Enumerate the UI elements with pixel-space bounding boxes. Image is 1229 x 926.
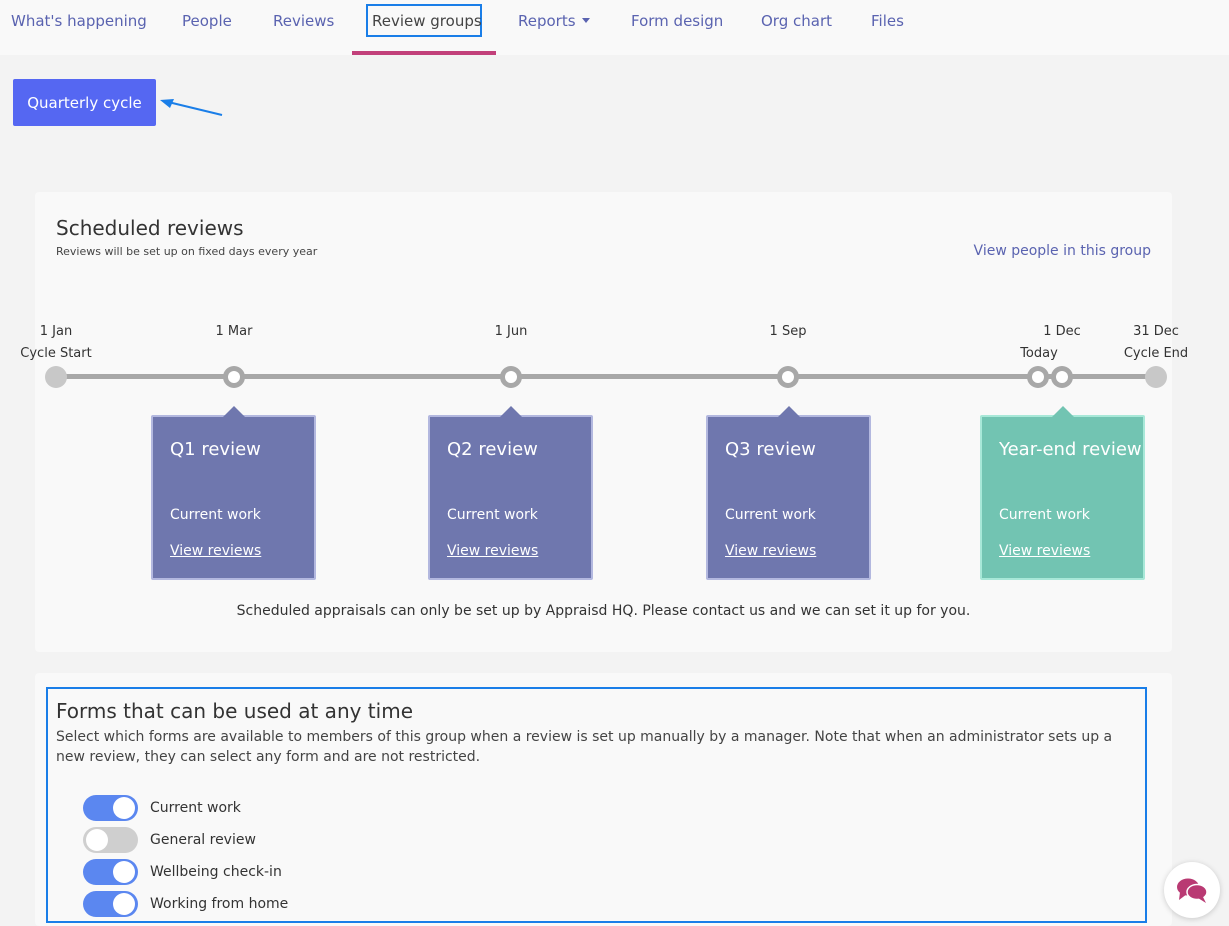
review-card-title: Q1 review [170,439,261,460]
review-card-title: Q2 review [447,439,538,460]
nav-org-chart[interactable]: Org chart [761,11,832,31]
view-reviews-link[interactable]: View reviews [170,543,261,559]
review-card-q2[interactable]: Q2 review Current work View reviews [428,406,593,580]
timeline-node-today [1027,366,1049,388]
forms-section: Forms that can be used at any time Selec… [46,687,1147,923]
view-reviews-link[interactable]: View reviews [999,543,1090,559]
top-nav: What's happening People Reviews Review g… [0,0,1229,55]
nav-reports[interactable]: Reports [518,11,590,31]
nav-files[interactable]: Files [871,11,904,31]
view-reviews-link[interactable]: View reviews [447,543,538,559]
timeline-track [56,374,1156,379]
review-card-year-end[interactable]: Year-end review Current work View review… [980,406,1145,580]
form-toggle-label: Current work [150,800,241,816]
timeline-start-date: 1 Jan [39,324,73,339]
review-card-form: Current work [999,507,1090,523]
view-reviews-link[interactable]: View reviews [725,543,816,559]
toggle-knob [113,893,135,915]
form-toggle-row: General review [83,827,256,853]
scheduled-reviews-title: Scheduled reviews [56,216,244,240]
review-card-q1[interactable]: Q1 review Current work View reviews [151,406,316,580]
review-card-pointer [223,406,245,417]
timeline-label-jun: 1 Jun [494,324,528,339]
review-card-pointer [1052,406,1074,417]
nav-reports-label: Reports [518,12,576,30]
timeline-start-label: 1 Jan Cycle Start [20,321,91,365]
scheduled-note: Scheduled appraisals can only be set up … [236,603,971,619]
review-card-pointer [500,406,522,417]
forms-title: Forms that can be used at any time [56,699,413,723]
review-card-title: Year-end review [999,439,1142,460]
timeline-node-jun[interactable] [500,366,522,388]
timeline-end-date: 31 Dec [1133,324,1179,339]
timeline-node-dec[interactable] [1051,366,1073,388]
review-card-title: Q3 review [725,439,816,460]
form-toggle-row: Current work [83,795,241,821]
nav-people[interactable]: People [182,11,232,31]
toggle-knob [113,861,135,883]
forms-description: Select which forms are available to memb… [56,729,1113,765]
nav-review-groups[interactable]: Review groups [372,11,482,31]
form-toggle-label: Working from home [150,896,289,912]
form-toggle-label: General review [150,832,256,848]
chat-button[interactable] [1164,862,1220,918]
form-toggle-current-work[interactable] [83,795,138,821]
toggle-knob [113,797,135,819]
form-toggle-row: Wellbeing check-in [83,859,282,885]
form-toggle-general-review[interactable] [83,827,138,853]
chat-bubbles-icon [1177,878,1208,903]
nav-whats-happening[interactable]: What's happening [11,11,147,31]
scheduled-reviews-subtitle: Reviews will be set up on fixed days eve… [56,245,318,258]
nav-active-underline [352,51,496,55]
timeline-label-dec: 1 Dec [1043,324,1081,339]
timeline-label-sep: 1 Sep [769,324,807,339]
caret-down-icon [581,18,590,23]
timeline-end-label: 31 Dec Cycle End [1124,321,1188,365]
timeline-end-marker [1145,366,1167,388]
timeline-node-sep[interactable] [777,366,799,388]
form-toggle-row: Working from home [83,891,288,917]
review-card-pointer [778,406,800,417]
timeline-label-mar: 1 Mar [215,324,253,339]
review-card-q3[interactable]: Q3 review Current work View reviews [706,406,871,580]
review-card-form: Current work [170,507,261,523]
timeline-start-caption: Cycle Start [20,346,92,361]
review-card-form: Current work [725,507,816,523]
form-toggle-working-from-home[interactable] [83,891,138,917]
review-card-form: Current work [447,507,538,523]
nav-form-design[interactable]: Form design [631,11,723,31]
toggle-knob [86,829,108,851]
timeline-label-today: Today [1020,346,1058,361]
view-people-link[interactable]: View people in this group [974,243,1151,259]
nav-reviews[interactable]: Reviews [273,11,334,31]
timeline-start-marker [45,366,67,388]
quarterly-cycle-button[interactable]: Quarterly cycle [13,79,156,126]
form-toggle-wellbeing[interactable] [83,859,138,885]
timeline-node-mar[interactable] [223,366,245,388]
annotation-arrow-icon [160,99,223,116]
timeline-end-caption: Cycle End [1123,346,1189,361]
form-toggle-label: Wellbeing check-in [150,864,282,880]
